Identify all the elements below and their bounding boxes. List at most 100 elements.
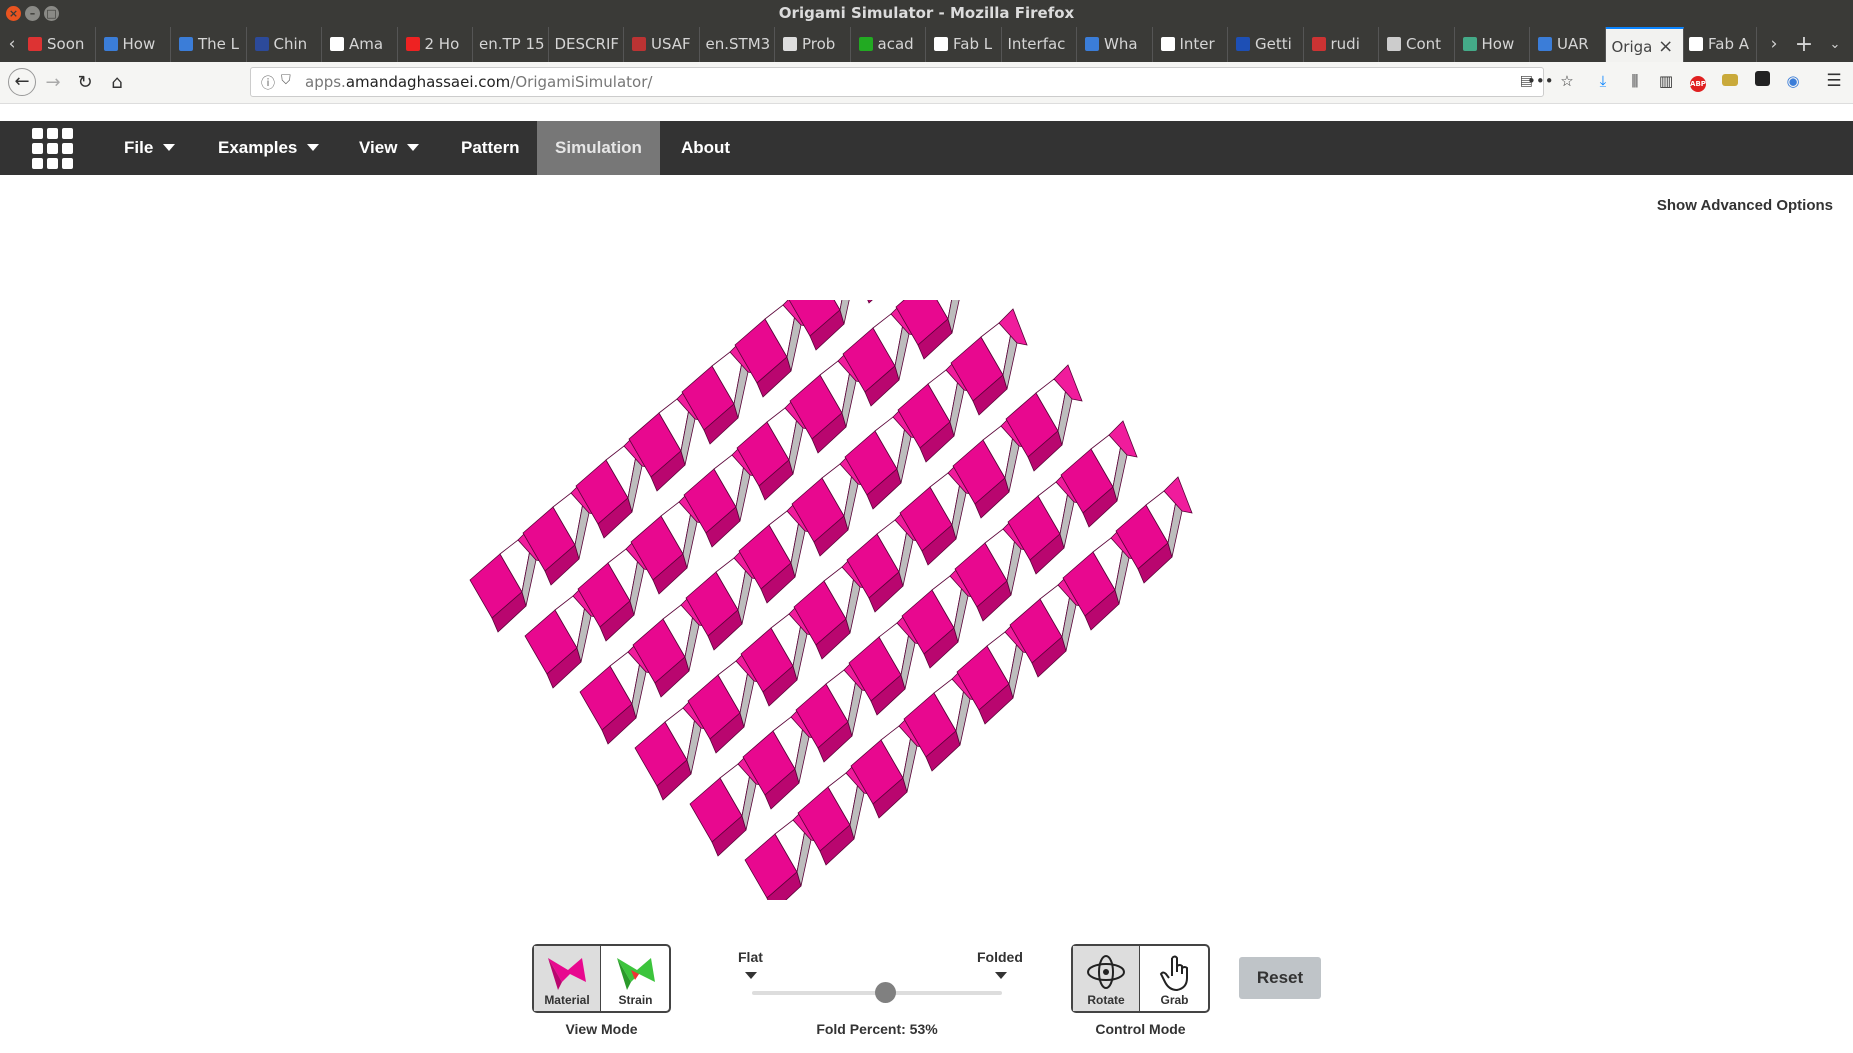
browser-tab[interactable]: Cont <box>1379 27 1455 62</box>
control-mode-label: Control Mode <box>1095 1021 1186 1037</box>
hamburger-menu-icon[interactable]: ☰ <box>1823 70 1845 92</box>
tab-label: Fab L <box>953 35 993 53</box>
tab-favicon-icon <box>1085 37 1099 51</box>
browser-tab[interactable]: DESCRIF <box>549 27 624 62</box>
browser-tab[interactable]: How <box>1455 27 1530 62</box>
minimize-window-icon[interactable]: – <box>25 6 40 21</box>
tab-label: Ama <box>349 35 384 53</box>
menu-simulation-label: Simulation <box>555 138 642 157</box>
view-mode-label: View Mode <box>565 1021 638 1037</box>
adblock-icon[interactable]: ABP <box>1690 76 1706 92</box>
rotate-label: Rotate <box>1087 993 1125 1007</box>
menu-view-label: View <box>359 138 398 157</box>
reload-icon[interactable]: ↻ <box>72 70 98 96</box>
tab-label: rudi <box>1330 35 1360 53</box>
browser-tab[interactable]: en.STM3 <box>700 27 775 62</box>
reset-button[interactable]: Reset <box>1239 957 1321 999</box>
tab-label: en.TP 15 <box>479 35 545 53</box>
apps-grid-icon[interactable] <box>32 128 74 170</box>
rotate-button[interactable]: Rotate <box>1073 946 1140 1011</box>
tab-label: How <box>1481 35 1515 53</box>
menu-about[interactable]: About <box>681 121 730 175</box>
tab-favicon-icon <box>858 37 873 51</box>
scroll-tabs-right-icon[interactable]: › <box>1762 27 1786 62</box>
tab-label: Fab A <box>1708 35 1749 53</box>
sidebar-icon[interactable]: ▥ <box>1655 70 1677 92</box>
extension-icon[interactable] <box>1722 74 1738 86</box>
strain-icon <box>616 958 655 990</box>
menu-file[interactable]: File <box>124 121 176 175</box>
browser-tab[interactable]: Inter <box>1153 27 1228 62</box>
menu-pattern-label: Pattern <box>461 138 520 157</box>
menu-simulation[interactable]: Simulation <box>537 121 660 175</box>
view-mode-group: Material Strain <box>532 944 671 1013</box>
tab-label: 2 Ho <box>424 35 460 53</box>
material-button[interactable]: Material <box>534 946 601 1011</box>
forward-icon[interactable]: → <box>40 70 66 96</box>
browser-tab[interactable]: UAR <box>1530 27 1606 62</box>
tab-label: Wha <box>1104 35 1138 53</box>
tab-label: Interfac <box>1007 35 1066 53</box>
menu-examples[interactable]: Examples <box>218 121 320 175</box>
origami-3d-canvas[interactable] <box>380 300 1380 900</box>
browser-tab[interactable]: How <box>96 27 171 62</box>
menu-pattern[interactable]: Pattern <box>461 121 520 175</box>
page-actions-icon[interactable]: ••• <box>1527 70 1554 92</box>
menu-view[interactable]: View <box>359 121 420 175</box>
menu-file-label: File <box>124 138 154 157</box>
browser-tab[interactable]: 2 Ho <box>398 27 473 62</box>
browser-tab[interactable]: rudi <box>1304 27 1379 62</box>
bookmark-star-icon[interactable]: ☆ <box>1556 70 1578 92</box>
library-icon[interactable]: ⫼ <box>1624 70 1646 92</box>
fold-slider-handle[interactable] <box>874 982 896 1003</box>
tab-label: Prob <box>802 35 836 53</box>
show-advanced-options-link[interactable]: Show Advanced Options <box>1657 197 1833 214</box>
tab-favicon-icon <box>1311 37 1326 51</box>
fold-percent-label: Fold Percent: 53% <box>816 1021 938 1037</box>
grab-button[interactable]: Grab <box>1141 946 1208 1011</box>
browser-tab[interactable]: acad <box>851 27 926 62</box>
browser-tab[interactable]: Wha <box>1077 27 1153 62</box>
info-icon[interactable]: ⓘ <box>261 73 275 93</box>
browser-tab[interactable]: Interfac <box>1002 27 1077 62</box>
tab-favicon-icon <box>179 37 193 51</box>
material-label: Material <box>544 993 590 1007</box>
tab-favicon-icon <box>1462 37 1477 51</box>
browser-tab[interactable]: Origa × <box>1605 27 1684 62</box>
window-title: Origami Simulator - Mozilla Firefox <box>778 4 1075 22</box>
browser-tab[interactable]: Fab A <box>1681 27 1757 62</box>
extension-dark-icon[interactable] <box>1754 71 1770 86</box>
downloads-icon[interactable]: ⤓ <box>1592 70 1614 92</box>
close-window-icon[interactable]: × <box>6 6 21 21</box>
account-icon[interactable]: ◉ <box>1782 70 1804 92</box>
tab-label: Getti <box>1255 35 1292 53</box>
browser-tab[interactable]: Chin <box>247 27 322 62</box>
hand-pointer-icon <box>1159 955 1188 992</box>
tab-favicon-icon <box>1689 37 1703 51</box>
list-tabs-icon[interactable]: ⌄ <box>1823 27 1847 62</box>
new-tab-icon[interactable]: + <box>1792 27 1816 62</box>
tab-favicon-icon <box>1387 37 1401 51</box>
tracking-shield-icon[interactable]: ⛉ <box>281 73 291 88</box>
browser-tab[interactable]: The L <box>171 27 247 62</box>
maximize-window-icon[interactable]: □ <box>44 6 59 21</box>
origami-face <box>867 300 873 304</box>
browser-tab[interactable]: USAF <box>624 27 700 62</box>
browser-tab[interactable]: en.TP 15 <box>473 27 549 62</box>
control-mode-group: Rotate Grab <box>1071 944 1210 1013</box>
browser-tab[interactable]: Ama <box>322 27 398 62</box>
close-tab-icon[interactable]: × <box>1652 36 1673 57</box>
folded-marker-icon <box>995 972 1007 979</box>
address-bar[interactable]: ⓘ ⛉ apps.amandaghassaei.com/OrigamiSimul… <box>250 67 1544 97</box>
strain-button[interactable]: Strain <box>602 946 669 1011</box>
tab-label: The L <box>198 35 240 53</box>
browser-tab[interactable]: Getti <box>1228 27 1304 62</box>
browser-tab[interactable]: Fab L <box>926 27 1002 62</box>
window-title-bar: Origami Simulator - Mozilla Firefox × – … <box>0 0 1853 27</box>
tab-favicon-icon <box>1160 37 1175 51</box>
back-icon[interactable]: ← <box>8 68 36 96</box>
home-icon[interactable]: ⌂ <box>104 70 130 96</box>
chevron-down-icon <box>307 144 320 151</box>
browser-tab[interactable]: Prob <box>775 27 851 62</box>
browser-tab[interactable]: Soon <box>20 27 96 62</box>
